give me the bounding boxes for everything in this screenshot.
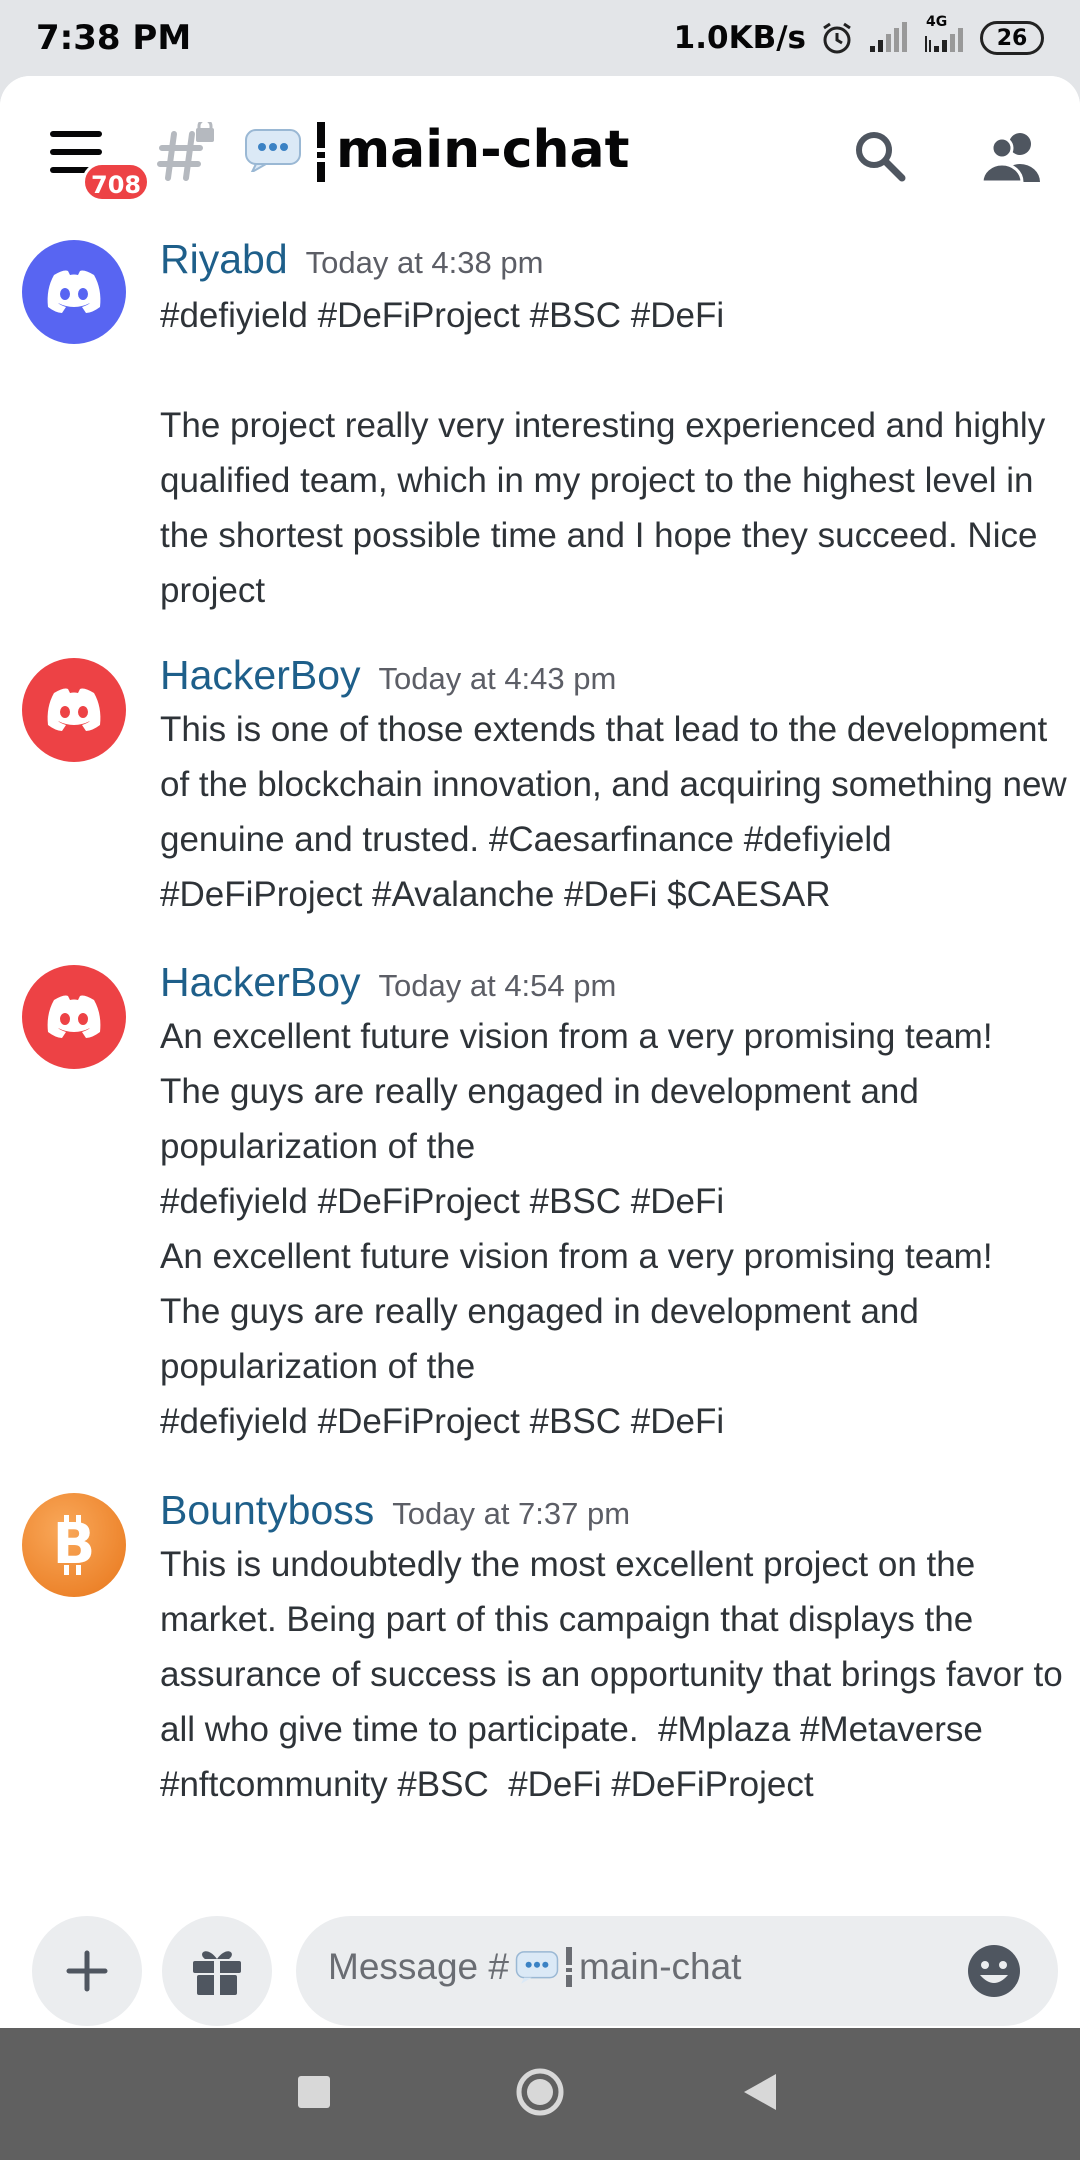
signal-icon (868, 22, 908, 54)
status-bar: 7:38 PM 1.0KB/s 4G 26 (0, 0, 1080, 76)
avatar[interactable] (22, 965, 126, 1069)
locked-channel-icon (156, 118, 220, 190)
avatar[interactable] (22, 658, 126, 762)
placeholder-prefix: Message # (328, 1946, 509, 1987)
message-author[interactable]: Riyabd (160, 236, 288, 283)
speech-bubble-icon (515, 1951, 559, 1984)
channel-separator-icon (316, 122, 326, 182)
message-author[interactable]: HackerBoy (160, 959, 361, 1006)
message-author[interactable]: HackerBoy (160, 652, 361, 699)
circle-icon (516, 2068, 564, 2116)
emoji-button[interactable] (966, 1943, 1022, 2003)
message-content: #defiyield #DeFiProject #BSC #DeFi The p… (160, 296, 1046, 610)
message-timestamp: Today at 4:38 pm (305, 245, 544, 280)
channel-header: 708 main-chat (0, 76, 1080, 226)
speech-bubble-icon (244, 128, 302, 175)
members-icon[interactable] (980, 128, 1042, 188)
channel-title: main-chat (336, 120, 630, 180)
message-content: An excellent future vision from a very p… (160, 1017, 993, 1441)
unread-badge: 708 (82, 162, 151, 202)
triangle-back-icon (744, 2074, 776, 2110)
message-content: This is one of those extends that lead t… (160, 710, 1077, 914)
message-author[interactable]: Bountyboss (160, 1487, 374, 1534)
channel-separator-icon (566, 1947, 572, 1987)
square-icon (298, 2076, 330, 2108)
app-window: 708 main-chat Riyabd Today at 4:38 pm #d… (0, 76, 1080, 2028)
recents-button[interactable] (296, 2074, 332, 2114)
message-input-placeholder: Message # main-chat (328, 1946, 741, 1988)
emoji-icon (968, 1945, 1020, 1997)
svg-text:B: B (53, 1513, 96, 1577)
message-composer: Message # main-chat (0, 1896, 1080, 2028)
message-timestamp: Today at 4:54 pm (378, 968, 617, 1003)
status-indicators: 1.0KB/s 4G 26 (673, 14, 1044, 58)
signal-4g-icon: 4G (922, 14, 966, 54)
search-icon[interactable] (852, 128, 908, 188)
system-nav-bar (0, 2028, 1080, 2160)
discord-logo-icon (47, 995, 101, 1038)
gift-button[interactable] (162, 1916, 272, 2026)
gift-icon (193, 1951, 241, 1997)
placeholder-channel: main-chat (579, 1946, 742, 1987)
add-attachment-button[interactable] (32, 1916, 142, 2026)
plus-icon (66, 1950, 108, 1992)
status-time: 7:38 PM (36, 18, 192, 58)
alarm-icon (820, 21, 854, 55)
avatar[interactable] (22, 240, 126, 344)
message-timestamp: Today at 7:37 pm (392, 1496, 631, 1531)
discord-logo-icon (47, 270, 101, 313)
network-type: 4G (926, 14, 948, 30)
bitcoin-icon: B (53, 1513, 96, 1577)
message-input[interactable]: Message # main-chat (296, 1916, 1058, 2026)
message-timestamp: Today at 4:43 pm (378, 661, 617, 696)
home-button[interactable] (514, 2066, 566, 2122)
avatar[interactable]: B (22, 1493, 126, 1597)
discord-logo-icon (47, 688, 101, 731)
back-button[interactable] (742, 2072, 778, 2116)
network-speed: 1.0KB/s (673, 20, 806, 56)
battery-icon: 26 (980, 21, 1044, 55)
message-content: This is undoubtedly the most excellent p… (160, 1545, 1073, 1804)
